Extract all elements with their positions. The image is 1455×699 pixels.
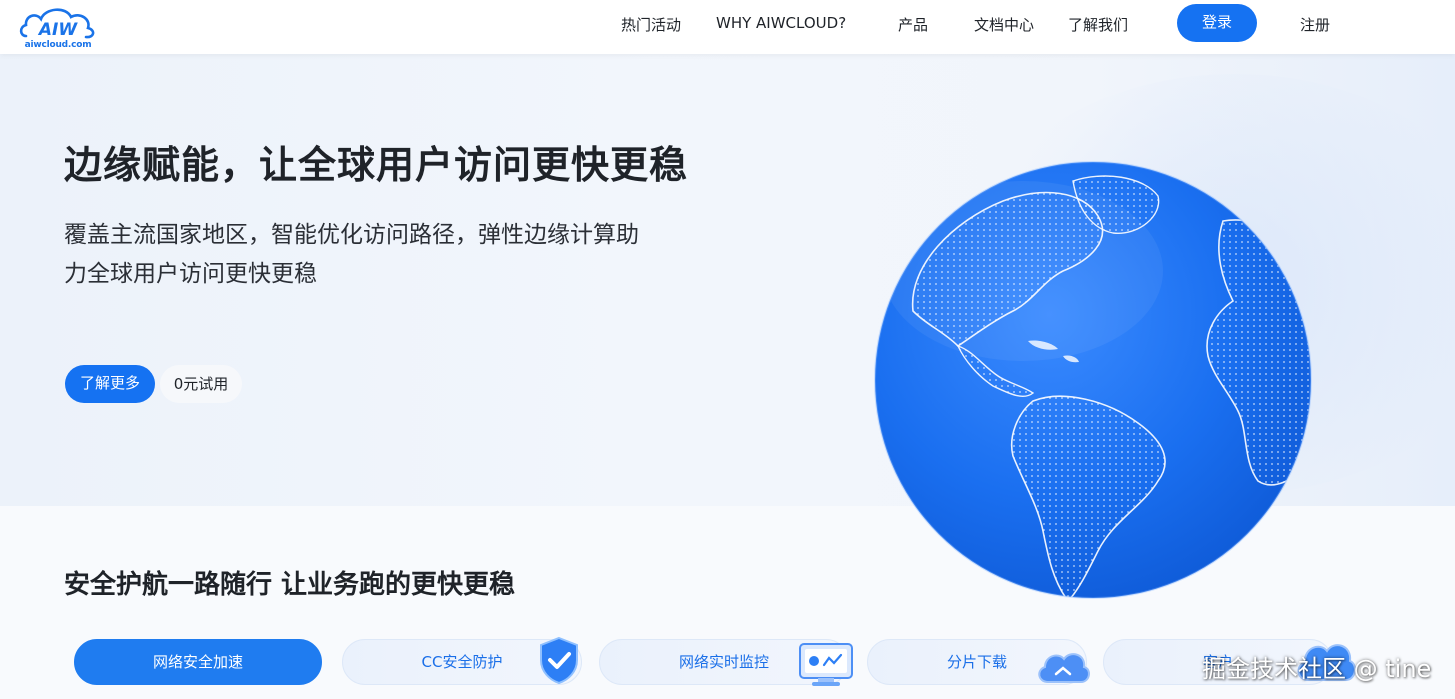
cloud-icon bbox=[1038, 653, 1090, 683]
top-header: AIW aiwcloud.com 热门活动 WHY AIWCLOUD? 产品 文… bbox=[0, 0, 1455, 54]
tab-network-security-acceleration[interactable]: 网络安全加速 bbox=[74, 639, 322, 685]
page: AIW aiwcloud.com 热门活动 WHY AIWCLOUD? 产品 文… bbox=[0, 0, 1455, 699]
tab-label: 网络安全加速 bbox=[152, 653, 243, 671]
aiwcloud-logo[interactable]: AIW aiwcloud.com bbox=[18, 2, 98, 52]
shield-check-icon bbox=[540, 636, 578, 685]
logo-mark: AIW bbox=[37, 20, 78, 40]
hero-subtitle-line-1: 覆盖主流国家地区，智能优化访问路径，弹性边缘计算助 bbox=[64, 222, 639, 248]
monitor-icon bbox=[799, 643, 853, 686]
login-button[interactable]: 登录 bbox=[1177, 4, 1257, 42]
tab-label: 网络实时监控 bbox=[678, 653, 769, 671]
nav-about-us[interactable]: 了解我们 bbox=[1068, 14, 1128, 35]
free-trial-button[interactable]: 0元试用 bbox=[160, 365, 242, 403]
logo-text: aiwcloud.com bbox=[24, 40, 92, 50]
nav-products[interactable]: 产品 bbox=[898, 14, 928, 35]
hero-title: 边缘赋能，让全球用户访问更快更稳 bbox=[64, 143, 689, 187]
nav-why-aiwcloud[interactable]: WHY AIWCLOUD? bbox=[716, 14, 846, 32]
nav-hot-activities[interactable]: 热门活动 bbox=[621, 14, 681, 35]
register-link[interactable]: 注册 bbox=[1300, 14, 1330, 35]
tab-network-realtime-monitoring[interactable]: 网络实时监控 bbox=[599, 639, 853, 686]
hero-subtitle: 覆盖主流国家地区，智能优化访问路径，弹性边缘计算助 力全球用户访问更快更稳 bbox=[64, 216, 704, 294]
tab-label: 分片下载 bbox=[946, 653, 1007, 671]
tab-label: CC安全防护 bbox=[421, 653, 503, 671]
section-title: 安全护航一路随行 让业务跑的更快更稳 bbox=[64, 570, 516, 600]
cloud-logo-icon: AIW bbox=[19, 8, 95, 40]
juejin-watermark: 掘金技术社区 @ tine bbox=[1202, 655, 1432, 683]
hero-subtitle-line-2: 力全球用户访问更快更稳 bbox=[64, 261, 317, 287]
nav-docs-center[interactable]: 文档中心 bbox=[974, 14, 1034, 35]
globe-illustration bbox=[874, 161, 1312, 599]
tab-chunked-download[interactable]: 分片下载 bbox=[867, 639, 1090, 685]
tab-cc-security-protection[interactable]: CC安全防护 bbox=[342, 636, 582, 685]
learn-more-button[interactable]: 了解更多 bbox=[65, 365, 155, 403]
